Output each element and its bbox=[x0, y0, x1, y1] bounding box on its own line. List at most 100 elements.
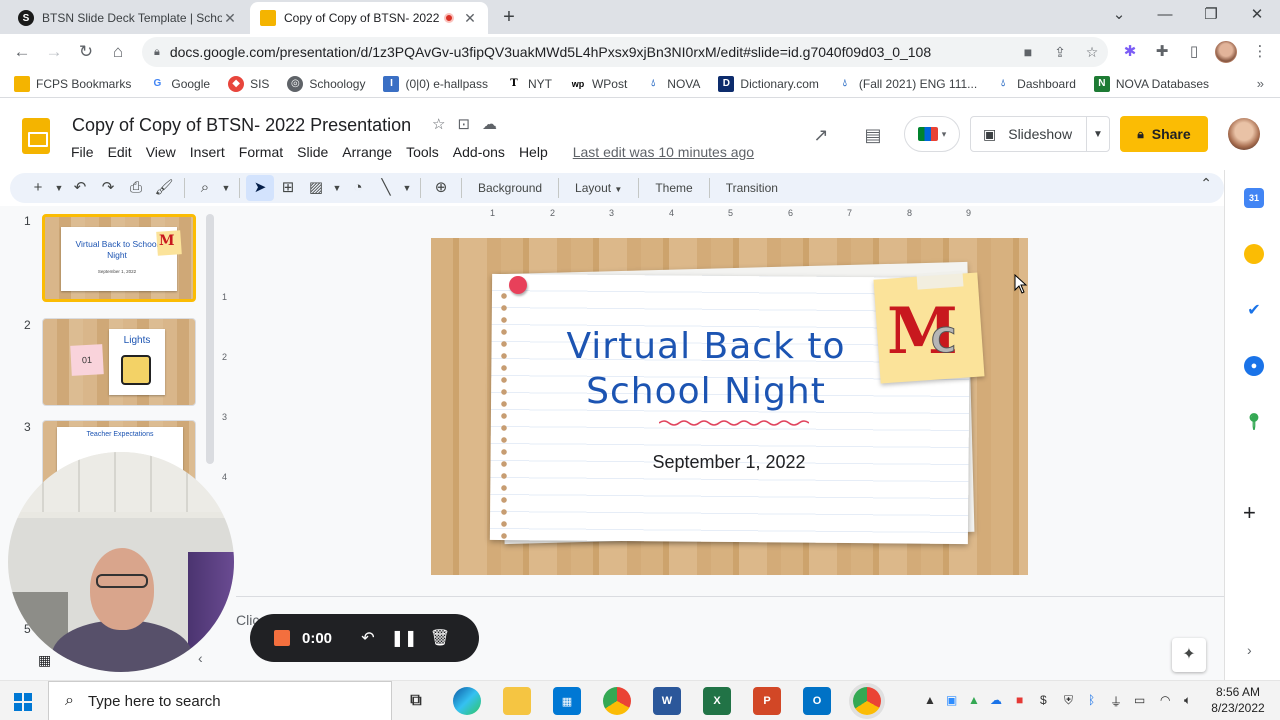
star-icon[interactable]: ☆ bbox=[432, 115, 445, 133]
slide-title[interactable]: Virtual Back to School Night bbox=[541, 324, 871, 414]
webcam-overlay[interactable] bbox=[8, 452, 234, 672]
bookmark-eng111[interactable]: 💧︎ (Fall 2021) ENG 111... bbox=[837, 76, 977, 92]
collapse-menus-chevron-icon[interactable]: ⌃ bbox=[1200, 175, 1212, 192]
edge-browser-icon[interactable] bbox=[453, 687, 481, 715]
system-clock[interactable]: 8:56 AM 8/23/2022 bbox=[1206, 684, 1270, 716]
chrome-active-icon[interactable] bbox=[853, 687, 881, 715]
close-tab-icon[interactable]: ✕ bbox=[222, 10, 238, 27]
cloud-saved-icon[interactable]: ☁︎ bbox=[482, 115, 497, 133]
menu-arrange[interactable]: Arrange bbox=[335, 142, 399, 162]
maps-pin-icon[interactable]: 📍︎ bbox=[1244, 412, 1264, 432]
chrome-icon[interactable] bbox=[603, 687, 631, 715]
menu-view[interactable]: View bbox=[139, 142, 183, 162]
file-explorer-icon[interactable] bbox=[503, 687, 531, 715]
browser-menu-icon[interactable]: ⋮ bbox=[1250, 42, 1270, 62]
menu-edit[interactable]: Edit bbox=[101, 142, 139, 162]
bookmark-sis[interactable]: ◆ SIS bbox=[228, 75, 269, 92]
word-icon[interactable]: W bbox=[653, 687, 681, 715]
powerpoint-icon[interactable]: P bbox=[753, 687, 781, 715]
speaker-notes-divider[interactable] bbox=[236, 596, 1224, 597]
close-tab-icon[interactable]: ✕ bbox=[462, 10, 478, 27]
slideshow-main[interactable]: ▣ Slideshow bbox=[971, 117, 1087, 151]
close-window-button[interactable]: ✕ bbox=[1234, 0, 1280, 32]
account-avatar[interactable] bbox=[1228, 118, 1260, 150]
last-edit-link[interactable]: Last edit was 10 minutes ago bbox=[573, 142, 754, 162]
browser-tab-slides[interactable]: Copy of Copy of BTSN- 2022 ✕ bbox=[250, 2, 488, 34]
home-icon[interactable]: ⌂ bbox=[106, 40, 130, 64]
browser-tab-btsn-template[interactable]: S BTSN Slide Deck Template | Scho ✕ bbox=[8, 2, 248, 34]
paint-format-icon[interactable]: 🖌︎ bbox=[150, 175, 178, 201]
bookmark-nova[interactable]: 💧︎ NOVA bbox=[645, 76, 700, 92]
slideshow-button[interactable]: ▣ Slideshow ▼ bbox=[970, 116, 1110, 152]
app-tray-icon[interactable]: ■ bbox=[1016, 693, 1023, 707]
bookmark-google[interactable]: G Google bbox=[149, 76, 210, 92]
background-button[interactable]: Background bbox=[468, 181, 552, 195]
shape-icon[interactable]: ◔ bbox=[344, 175, 372, 201]
select-arrow-icon[interactable]: ➤ bbox=[246, 175, 274, 201]
url-omnibox[interactable]: 🔒︎ docs.google.com/presentation/d/1z3PQA… bbox=[142, 37, 1108, 67]
menu-file[interactable]: File bbox=[64, 142, 101, 162]
volume-icon[interactable]: 🔈︎ bbox=[1184, 693, 1191, 708]
layout-button[interactable]: Layout ▼ bbox=[565, 181, 632, 195]
wifi-icon[interactable]: ◠ bbox=[1160, 693, 1170, 707]
extension-colorful-icon[interactable]: ✱ bbox=[1120, 42, 1140, 62]
bookmark-nyt[interactable]: T NYT bbox=[506, 76, 552, 92]
slides-logo-icon[interactable] bbox=[22, 118, 50, 154]
meet-button[interactable]: ▾ bbox=[904, 116, 960, 152]
back-arrow-icon[interactable]: ← bbox=[10, 40, 34, 64]
slide-thumbnail-1[interactable]: Virtual Back to School Night September 1… bbox=[42, 214, 196, 302]
windows-start-icon[interactable] bbox=[14, 693, 32, 711]
insert-image-icon[interactable]: ▨ bbox=[302, 175, 330, 201]
activity-trend-icon[interactable]: ↗ bbox=[808, 122, 834, 148]
collapse-filmstrip-chevron-icon[interactable]: ‹ bbox=[198, 650, 203, 666]
document-title[interactable]: Copy of Copy of BTSN- 2022 Presentation bbox=[72, 115, 411, 136]
explore-button[interactable]: ✦ bbox=[1172, 638, 1206, 672]
taskbar-search-input[interactable]: ⌕ Type here to search bbox=[48, 681, 392, 720]
new-slide-dropdown-icon[interactable]: ▼ bbox=[52, 175, 66, 201]
move-folder-icon[interactable]: ⊡ bbox=[457, 115, 470, 133]
extensions-puzzle-icon[interactable]: ✚ bbox=[1152, 42, 1172, 62]
forward-arrow-icon[interactable]: → bbox=[42, 40, 66, 64]
filmstrip-scrollbar[interactable] bbox=[206, 214, 214, 464]
browser-profile-avatar[interactable] bbox=[1215, 41, 1237, 63]
transition-button[interactable]: Transition bbox=[716, 181, 788, 195]
restart-icon[interactable]: ↶ bbox=[350, 628, 386, 648]
outlook-icon[interactable]: O bbox=[803, 687, 831, 715]
restore-window-button[interactable]: ❐ bbox=[1188, 0, 1234, 32]
text-box-icon[interactable]: ⊞ bbox=[274, 175, 302, 201]
camera-in-use-icon[interactable]: ■ bbox=[1012, 44, 1044, 60]
bookmark-dictionary[interactable]: D Dictionary.com bbox=[718, 75, 819, 92]
share-page-icon[interactable]: ⇪ bbox=[1044, 44, 1076, 61]
menu-help[interactable]: Help bbox=[512, 142, 555, 162]
print-icon[interactable]: ⎙ bbox=[122, 175, 150, 201]
grid-view-icon[interactable]: ▦ bbox=[38, 652, 51, 669]
pause-icon[interactable]: ❚❚ bbox=[386, 628, 422, 648]
bookmark-dashboard[interactable]: 💧︎ Dashboard bbox=[995, 76, 1076, 92]
tab-search-chevron-icon[interactable]: ⌄ bbox=[1096, 0, 1142, 32]
menu-add-ons[interactable]: Add-ons bbox=[446, 142, 512, 162]
drive-tray-icon[interactable]: ▲ bbox=[968, 693, 980, 707]
task-view-icon[interactable]: ⧉ bbox=[402, 687, 430, 715]
image-dropdown-icon[interactable]: ▼ bbox=[330, 175, 344, 201]
keep-icon[interactable] bbox=[1244, 244, 1264, 264]
redo-icon[interactable]: ↷ bbox=[94, 175, 122, 201]
line-dropdown-icon[interactable]: ▼ bbox=[400, 175, 414, 201]
usb-icon[interactable]: ⏚ bbox=[1110, 693, 1122, 710]
bluetooth-icon[interactable]: ᛒ bbox=[1088, 693, 1095, 707]
undo-icon[interactable]: ↶ bbox=[66, 175, 94, 201]
zoom-icon[interactable]: ⌕ bbox=[191, 175, 219, 201]
reload-icon[interactable]: ↻ bbox=[74, 40, 98, 64]
stop-recording-button[interactable] bbox=[274, 630, 290, 646]
current-slide[interactable]: M C Virtual Back to School Night Septemb… bbox=[431, 238, 1028, 575]
dollar-tray-icon[interactable]: $ bbox=[1040, 693, 1047, 707]
bookmark-wpost[interactable]: wp WPost bbox=[570, 76, 628, 92]
more-bookmarks-chevron-icon[interactable]: » bbox=[1257, 76, 1264, 91]
bookmark-nova-databases[interactable]: N NOVA Databases bbox=[1093, 75, 1209, 92]
minimize-window-button[interactable]: — bbox=[1142, 0, 1188, 32]
get-add-ons-plus-icon[interactable]: + bbox=[1243, 500, 1256, 526]
theme-button[interactable]: Theme bbox=[645, 181, 702, 195]
menu-format[interactable]: Format bbox=[232, 142, 290, 162]
excel-icon[interactable]: X bbox=[703, 687, 731, 715]
bookmark-ehallpass[interactable]: I (0|0) e-hallpass bbox=[383, 75, 488, 92]
hide-side-panel-chevron-icon[interactable]: › bbox=[1247, 642, 1252, 658]
